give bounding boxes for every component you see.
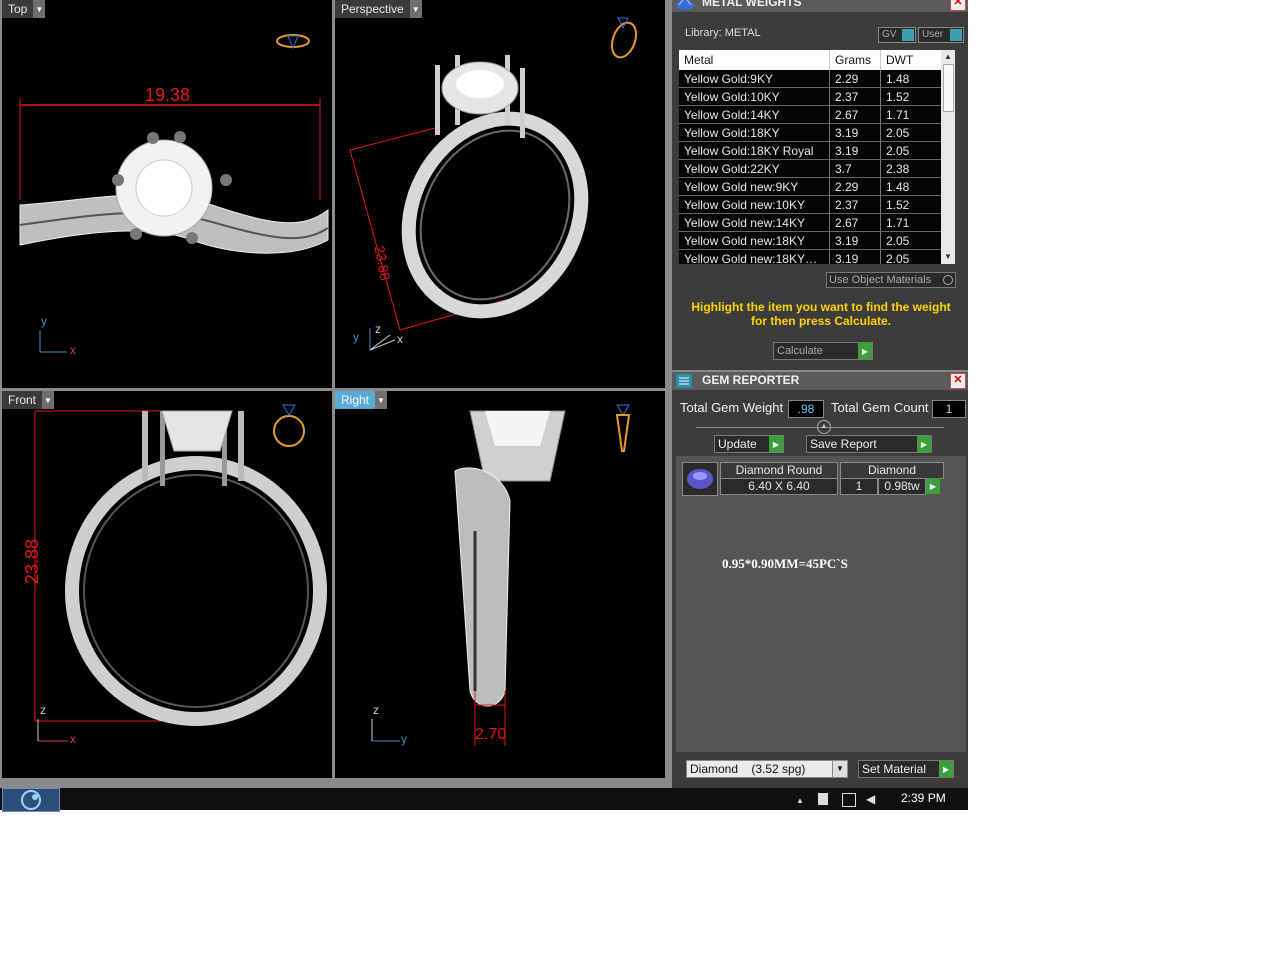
gem-shape-label: Diamond Round: [720, 462, 838, 479]
metal-hint: Highlight the item you want to find the …: [691, 300, 951, 328]
axis-x-label: x: [70, 732, 76, 746]
table-row[interactable]: Yellow Gold:10KY 2.37 1.52: [679, 87, 955, 106]
matrix-app: Top ▼ 19.38 y x Perspective ▼ 23.88 y z …: [0, 0, 968, 812]
toggle-indicator-icon: [902, 29, 914, 41]
play-arrow-icon: ▶: [858, 343, 872, 359]
viewport-top[interactable]: Top ▼ 19.38 y x: [2, 0, 332, 388]
gem-reporter-logo-icon: [676, 374, 692, 388]
save-report-button[interactable]: Save Report ▶: [806, 435, 932, 453]
gem-material-label: Diamond: [840, 462, 944, 479]
table-row[interactable]: Yellow Gold:18KY Royal 3.19 2.05: [679, 141, 955, 160]
panel-title: METAL WEIGHTS: [702, 0, 802, 9]
metal-table: Metal Grams DWT Yellow Gold:9KY 2.29 1.48 …: [679, 50, 955, 264]
toggle-indicator-icon: [950, 29, 962, 41]
gem-size-label: 6.40 X 6.40: [720, 478, 838, 495]
gem-reporter-panel: GEM REPORTER ✕ Total Gem Weight .98 Tota…: [672, 372, 968, 788]
axis-x-label: x: [70, 343, 76, 357]
axis-y-label: y: [401, 732, 407, 746]
set-material-button[interactable]: Set Material ▶: [858, 760, 954, 778]
axis-z-label: z: [373, 703, 379, 717]
total-gem-count-field[interactable]: 1: [932, 400, 966, 418]
play-arrow-icon: ▶: [939, 761, 953, 777]
collapse-arrow-icon[interactable]: ▲: [817, 420, 831, 434]
dimension-width: 19.38: [145, 85, 191, 105]
metal-weights-panel: METAL WEIGHTS ✕ Library: METAL GV User M…: [672, 0, 968, 370]
table-row[interactable]: Yellow Gold:22KY 3.7 2.38: [679, 159, 955, 178]
axis-x-label: x: [397, 332, 403, 346]
axis-z-label: z: [40, 703, 46, 717]
viewport-right[interactable]: Right ▼ 2.70 z y: [335, 391, 665, 778]
scroll-up-icon[interactable]: ▲: [944, 52, 952, 61]
table-row[interactable]: Yellow Gold:14KY 2.67 1.71: [679, 105, 955, 124]
total-gem-weight-label: Total Gem Weight: [680, 400, 784, 415]
radio-icon: [943, 275, 953, 285]
column-header-grams[interactable]: Grams: [829, 50, 881, 70]
clock[interactable]: 2:39 PM: [901, 791, 946, 805]
ring-right-render: [371, 404, 631, 746]
column-header-metal[interactable]: Metal: [679, 50, 830, 70]
total-gem-count-label: Total Gem Count: [831, 400, 929, 415]
table-row[interactable]: Yellow Gold new:18KY 3.19 2.05: [679, 231, 955, 250]
table-row[interactable]: Yellow Gold:18KY 3.19 2.05: [679, 123, 955, 142]
axis-z-label: z: [375, 322, 381, 336]
user-toggle[interactable]: User: [918, 27, 964, 43]
table-row[interactable]: Yellow Gold new:14KY 2.67 1.71: [679, 213, 955, 232]
gem-count-label: 1: [840, 478, 878, 495]
table-row[interactable]: Yellow Gold:9KY 2.29 1.48: [679, 70, 955, 88]
ring-top-render: [19, 34, 329, 353]
gem-reporter-titlebar: GEM REPORTER ✕: [672, 372, 968, 390]
table-row[interactable]: Yellow Gold new:9KY 2.29 1.48: [679, 177, 955, 196]
calculate-button[interactable]: Calculate ▶: [773, 342, 873, 360]
table-row[interactable]: Yellow Gold new:10KY 2.37 1.52: [679, 195, 955, 214]
network-icon[interactable]: [842, 793, 856, 807]
play-arrow-icon[interactable]: ▶: [926, 478, 940, 494]
use-object-materials-toggle[interactable]: Use Object Materials: [826, 272, 956, 288]
table-row[interactable]: Yellow Gold new:18KY… 3.19 2.05: [679, 249, 955, 264]
table-scrollbar[interactable]: ▲ ▼: [941, 50, 955, 264]
tray-arrow-icon[interactable]: ▲: [796, 796, 804, 805]
close-icon[interactable]: ✕: [950, 373, 966, 389]
update-button[interactable]: Update ▶: [714, 435, 784, 453]
ring-front-render: [34, 404, 327, 742]
metal-table-container[interactable]: Metal Grams DWT Yellow Gold:9KY 2.29 1.48 …: [679, 50, 955, 264]
ring-perspective-render: [349, 17, 638, 351]
play-arrow-icon: ▶: [769, 436, 783, 452]
scroll-thumb[interactable]: [943, 64, 954, 112]
material-select[interactable]: Diamond (3.52 spg) ▼: [686, 760, 848, 778]
volume-icon[interactable]: ◀: [866, 792, 875, 806]
axis-y-label: y: [41, 314, 47, 328]
start-orb-icon: [21, 790, 41, 810]
total-gem-weight-field[interactable]: .98: [788, 400, 824, 418]
gem-note: 0.95*0.90MM=45PC`S: [722, 556, 848, 571]
close-icon[interactable]: ✕: [950, 0, 966, 11]
dimension-width: 2.70: [475, 726, 507, 743]
library-label: Library: METAL: [685, 27, 761, 39]
diamond-round-icon: [682, 462, 718, 496]
play-arrow-icon: ▶: [917, 436, 931, 452]
axis-y-label: y: [353, 330, 359, 344]
flag-icon[interactable]: [818, 793, 828, 805]
start-button[interactable]: [2, 788, 60, 812]
gem-list-item[interactable]: Diamond Round Diamond 6.40 X 6.40 1 0.98…: [682, 462, 944, 496]
viewport-front[interactable]: Front ▼ 23.88 z x: [2, 391, 332, 778]
viewport-perspective[interactable]: Perspective ▼ 23.88 y z x: [335, 0, 665, 388]
chevron-down-icon[interactable]: ▼: [832, 761, 847, 777]
gem-list: Diamond Round Diamond 6.40 X 6.40 1 0.98…: [676, 456, 966, 752]
table-header: Metal Grams DWT: [679, 50, 955, 70]
taskbar: ▲ ◀ 2:39 PM: [0, 788, 968, 812]
panel-title: GEM REPORTER: [702, 373, 800, 387]
metal-weights-titlebar: METAL WEIGHTS ✕: [672, 0, 968, 12]
metal-weights-logo-icon: [676, 0, 694, 10]
scroll-down-icon[interactable]: ▼: [944, 252, 952, 261]
gv-toggle[interactable]: GV: [878, 27, 916, 43]
gem-weight-label: 0.98tw: [878, 478, 926, 495]
dimension-height: 23.88: [22, 538, 43, 585]
